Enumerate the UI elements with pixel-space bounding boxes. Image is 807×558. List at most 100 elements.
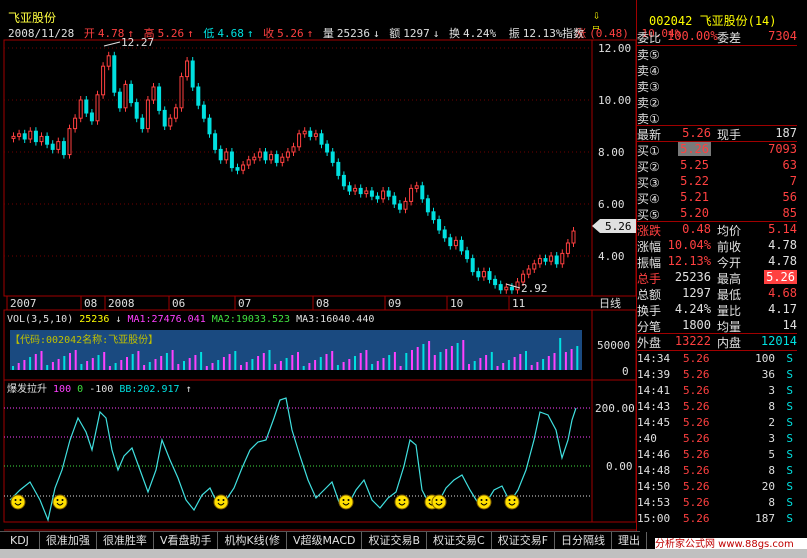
candle: [56, 141, 61, 150]
indicator-tab[interactable]: 权证交易C: [427, 532, 492, 550]
volume-bar: [399, 366, 402, 370]
sell-level-row[interactable]: 卖⑤: [637, 46, 797, 62]
volume-bar: [23, 360, 26, 370]
volume-bar: [325, 354, 328, 370]
indicator-tab[interactable]: 理出: [612, 532, 648, 550]
candle: [453, 239, 458, 247]
volume-bar: [194, 355, 197, 370]
candle: [291, 146, 296, 153]
candle: [526, 268, 531, 275]
sell-level-row[interactable]: 卖②: [637, 94, 797, 110]
candle: [89, 112, 94, 122]
volume-bar: [160, 356, 163, 370]
weibi-row: 委比 100.00% 委差 7304: [637, 29, 797, 45]
buy-level-row[interactable]: 买⑤ 5.20 85: [637, 206, 797, 222]
buy-level-row[interactable]: 买② 5.25 63: [637, 158, 797, 174]
volume-bar: [86, 361, 89, 370]
candle: [11, 135, 16, 139]
current-price-tag: 5.26: [592, 219, 636, 233]
volume-bar: [336, 365, 339, 370]
indicator-tab[interactable]: KDJ: [0, 532, 40, 550]
volume-bar: [143, 365, 146, 370]
indicator-tab[interactable]: 很准加强: [40, 532, 97, 550]
volume-bar: [450, 346, 453, 370]
volume-bar: [74, 350, 77, 370]
candle: [112, 55, 117, 93]
candle: [504, 286, 509, 291]
candle: [437, 219, 442, 231]
indicator-tab[interactable]: 权证交易B: [362, 532, 428, 550]
buy-level-row[interactable]: 买③ 5.22 7: [637, 174, 797, 190]
volume-bar: [46, 365, 49, 370]
svg-text:12.27: 12.27: [121, 36, 154, 49]
volume-bar: [342, 362, 345, 370]
candle: [162, 109, 167, 127]
candle: [487, 271, 492, 280]
candle: [341, 174, 346, 187]
period-label[interactable]: 日线: [599, 296, 621, 310]
price-axis-tick: 6.00: [598, 198, 625, 211]
volume-bar: [108, 366, 111, 370]
trade-tick-row: 14:50 5.26 20 S: [637, 480, 793, 493]
indicator-tab[interactable]: 机构K线(修: [218, 532, 287, 550]
volume-bar: [183, 361, 185, 370]
volume-bar: [354, 356, 356, 370]
buy-level-row[interactable]: 买④ 5.21 56: [637, 190, 797, 206]
volume-bar: [205, 366, 208, 370]
indicator-legend: 爆发拉升 100 0 -100 BB:202.917 ↑: [7, 382, 192, 395]
candle: [140, 117, 145, 130]
stat-row: 换手 4.24% 量比 4.17: [637, 302, 797, 318]
indicator-tab[interactable]: 很准胜率: [97, 532, 154, 550]
trade-tick-row: 14:46 5.26 5 S: [637, 448, 793, 461]
volume-bar: [445, 349, 448, 370]
candle: [22, 133, 27, 140]
price-axis-tick: 12.00: [598, 42, 631, 55]
candle: [369, 190, 374, 197]
volume-bar: [382, 358, 385, 370]
volume-bar: [490, 352, 493, 370]
volume-bar: [564, 352, 567, 370]
indicator-tab[interactable]: V看盘助手: [154, 532, 219, 550]
trade-tick-row: 14:48 5.26 8 S: [637, 464, 793, 477]
candle: [571, 230, 576, 244]
volume-bar: [422, 344, 425, 370]
candle: [196, 86, 201, 106]
candle: [157, 86, 162, 111]
volume-overlay-text: 【代码:002042名称:飞亚股份】: [10, 333, 158, 346]
candle: [274, 154, 279, 163]
volume-bar: [496, 366, 499, 370]
volume-bar: [165, 353, 168, 370]
volume-bar: [120, 360, 123, 370]
volume-bar: [57, 359, 60, 370]
sell-level-row[interactable]: 卖①: [637, 110, 797, 126]
price-axis-tick: 10.00: [598, 94, 631, 107]
candle: [509, 286, 514, 291]
chart-area[interactable]: 12.00 10.00 8.00 6.00 4.00 12.27 2.92 5.26 2…: [0, 0, 640, 531]
signal-smiley-icon: [338, 494, 354, 510]
candle: [207, 117, 212, 135]
signal-smiley-icon: [394, 494, 410, 510]
volume-bar: [251, 359, 254, 370]
volume-bar: [279, 361, 282, 370]
volume-bar: [291, 355, 294, 370]
candle: [257, 151, 262, 158]
sell-level-row[interactable]: 卖③: [637, 78, 797, 94]
candle: [336, 161, 341, 176]
indicator-tab[interactable]: 日分隔线: [555, 532, 613, 550]
indicator-tab[interactable]: 权证交易F: [492, 532, 556, 550]
signal-smiley-icon: [213, 494, 229, 510]
candle: [521, 273, 526, 283]
volume-bar: [308, 363, 311, 370]
candle: [565, 242, 570, 254]
candle: [448, 237, 453, 247]
candle: [481, 271, 486, 278]
volume-bar: [154, 359, 157, 370]
candle: [84, 99, 89, 114]
buy-level-row[interactable]: 买① 5.26 7093: [637, 142, 797, 158]
candle: [280, 156, 285, 163]
volume-bar: [217, 360, 220, 370]
volume-ytick-1: 50000: [597, 339, 630, 352]
indicator-tab[interactable]: V超级MACD: [287, 532, 363, 550]
sell-level-row[interactable]: 卖④: [637, 62, 797, 78]
candle: [78, 99, 83, 119]
